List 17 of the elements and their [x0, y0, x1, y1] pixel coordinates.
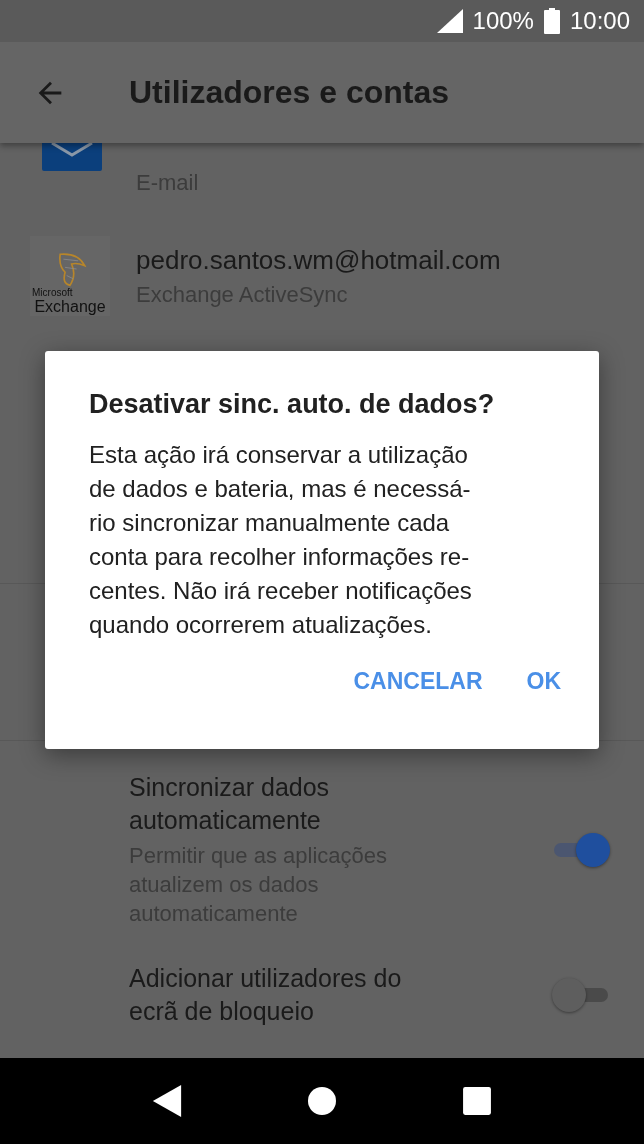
- battery-icon: [543, 8, 560, 34]
- battery-level: 100%: [472, 7, 534, 35]
- setting-title: Adicionar utilizadores do ecrã de bloqueio: [129, 963, 403, 1027]
- dialog-message: Esta ação irá conservar a utilização de dados e bateria, mas é necessá- rio sincronizar manualmente cada conta para recolher informações re- centes. Não irá receber notificações quando ocorrerem atualizações.: [89, 440, 473, 640]
- dialog-title: Desativar sinc. auto. de dados?: [89, 389, 496, 420]
- clock: 10:00: [569, 7, 630, 35]
- back-icon[interactable]: [152, 1085, 183, 1117]
- toggle-switch[interactable]: [552, 976, 610, 1014]
- dialog-button[interactable]: OK: [514, 658, 573, 705]
- screen-title: Utilizadores e contas: [129, 74, 450, 111]
- account-name: pedro.santos.wm@hotmail.com: [136, 244, 501, 276]
- exchange-logo: Microsoft Exchange: [30, 236, 110, 316]
- signal-icon: [436, 9, 463, 33]
- recents-icon[interactable]: [461, 1085, 492, 1117]
- dialog-button[interactable]: CANCELAR: [341, 658, 495, 705]
- setting-title: Sincronizar dados automaticamente: [129, 772, 331, 836]
- home-icon[interactable]: [307, 1085, 337, 1117]
